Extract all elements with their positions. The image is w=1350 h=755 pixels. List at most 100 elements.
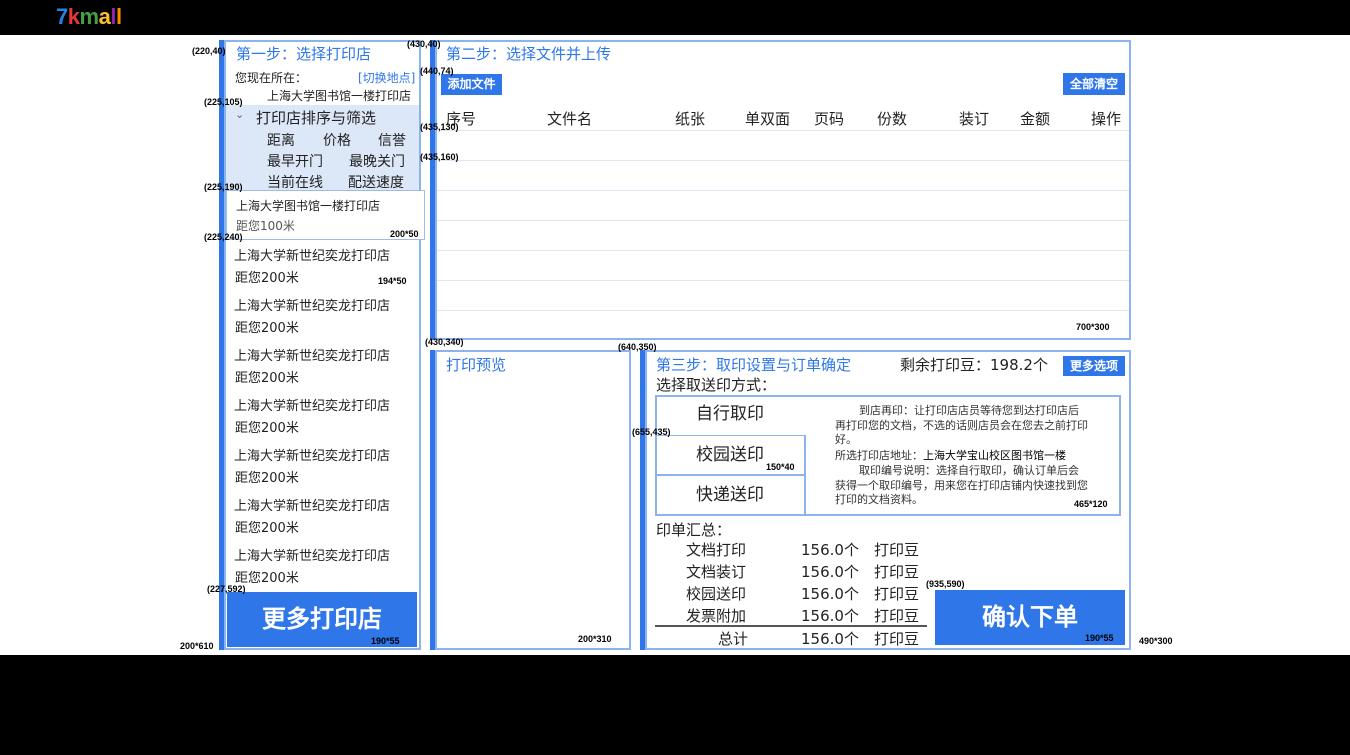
remaining-beans: 剩余打印豆：198.2个 <box>900 356 1048 374</box>
sort-option-distance[interactable]: 距离 <box>267 130 295 150</box>
annotation-label: (935,590) <box>926 579 965 589</box>
store-name[interactable]: 上海大学新世纪奕龙打印店 <box>234 545 390 564</box>
store-distance: 距您200米 <box>235 371 299 386</box>
summary-total-amount: 156.0个 <box>801 630 859 648</box>
add-file-button[interactable]: 添加文件 <box>441 74 502 95</box>
logo-letter: a <box>98 4 111 29</box>
step3-title: 第三步：取印设置与订单确定 <box>656 356 852 374</box>
summary-unit: 打印豆 <box>874 607 920 625</box>
step2-title: 第二步：选择文件并上传 <box>446 45 612 63</box>
annotation-label: (640,350) <box>618 342 657 352</box>
column-header-amount: 金额 <box>1020 110 1051 128</box>
store-address-line: 所选打印店地址：上海大学宝山校区图书馆一楼 <box>835 449 1095 464</box>
annotation-label: (225,190) <box>204 182 243 192</box>
store-name[interactable]: 上海大学新世纪奕龙打印店 <box>234 395 390 414</box>
annotation-label: 200*50 <box>390 229 419 239</box>
store-distance: 距您200米 <box>235 271 299 286</box>
store-distance: 距您200米 <box>235 471 299 486</box>
store-distance: 距您200米 <box>235 521 299 536</box>
store-name[interactable]: 上海大学新世纪奕龙打印店 <box>234 445 390 464</box>
annotation-label: (227,592) <box>207 584 246 594</box>
selected-store-distance: 距您100米 <box>236 219 295 233</box>
preview-title: 打印预览 <box>446 356 507 374</box>
summary-amount: 156.0个 <box>801 585 859 603</box>
summary-amount: 156.0个 <box>801 541 859 559</box>
column-header-duplex: 单双面 <box>745 110 791 128</box>
annotation-label: 465*120 <box>1074 499 1108 509</box>
table-row-divider <box>437 190 1129 191</box>
logo-letter: 7 <box>56 4 68 29</box>
more-options-button[interactable]: 更多选项 <box>1063 356 1125 376</box>
annotation-label: (430,40) <box>407 39 441 49</box>
annotation-label: 194*50 <box>378 276 407 286</box>
table-row-divider <box>437 130 1129 131</box>
summary-total-divider <box>655 625 927 627</box>
sort-option-reputation[interactable]: 信誉 <box>378 130 406 150</box>
order-summary-label: 印单汇总： <box>656 521 732 539</box>
option-self-pickup[interactable]: 自行取印 <box>655 395 805 435</box>
option-express-delivery[interactable]: 快递送印 <box>655 475 805 515</box>
table-row-divider <box>437 250 1129 251</box>
column-header-binding: 装订 <box>959 110 990 128</box>
store-name[interactable]: 上海大学新世纪奕龙打印店 <box>234 345 390 364</box>
switch-location-link[interactable]: [切换地点] <box>358 69 415 86</box>
step1-title: 第一步：选择打印店 <box>236 45 372 63</box>
store-name[interactable]: 上海大学新世纪奕龙打印店 <box>234 495 390 514</box>
sort-option-price[interactable]: 价格 <box>323 130 351 150</box>
annotation-label: (440,74) <box>420 66 454 76</box>
sort-title: 打印店排序与筛选 <box>256 109 377 127</box>
summary-unit: 打印豆 <box>874 563 920 581</box>
brand-logo[interactable]: 7kmall <box>56 4 122 30</box>
annotation-label: (220,40) <box>192 46 226 56</box>
column-header-pages: 页码 <box>814 110 845 128</box>
annotation-label: (655,435) <box>632 427 671 437</box>
sort-option-delivery-speed[interactable]: 配送速度 <box>348 172 404 192</box>
column-header-filename: 文件名 <box>547 110 593 128</box>
annotation-label: 490*300 <box>1139 636 1173 646</box>
preview-panel <box>435 350 631 650</box>
annotation-label: (430,340) <box>425 337 464 347</box>
sort-option-online[interactable]: 当前在线 <box>267 172 323 192</box>
annotation-label: 700*300 <box>1076 322 1110 332</box>
summary-item: 文档装订 <box>686 563 747 581</box>
annotation-label: 150*40 <box>766 462 795 472</box>
summary-amount: 156.0个 <box>801 607 859 625</box>
logo-letter: m <box>79 4 100 29</box>
table-row-divider <box>437 160 1129 161</box>
annotation-label: 200*310 <box>578 634 612 644</box>
column-header-copies: 份数 <box>877 110 908 128</box>
store-address-label: 所选打印店地址： <box>835 449 923 462</box>
table-row-divider <box>437 220 1129 221</box>
annotation-label: (435,130) <box>420 122 459 132</box>
summary-unit: 打印豆 <box>874 541 920 559</box>
store-name[interactable]: 上海大学新世纪奕龙打印店 <box>234 295 390 314</box>
table-row-divider <box>437 280 1129 281</box>
current-store: 上海大学图书馆一楼打印店 <box>267 89 412 103</box>
selected-store-name: 上海大学图书馆一楼打印店 <box>236 199 381 213</box>
delivery-method-label: 选择取送印方式： <box>656 376 777 394</box>
annotation-label: 190*55 <box>371 636 400 646</box>
store-distance: 距您200米 <box>235 321 299 336</box>
logo-letter: l <box>115 4 122 29</box>
sort-option-earliest-open[interactable]: 最早开门 <box>267 151 323 171</box>
top-bar <box>0 0 1350 35</box>
annotation-label: 200*610 <box>180 641 214 651</box>
column-header-paper: 纸张 <box>675 110 706 128</box>
annotation-label: (225,240) <box>204 232 243 242</box>
sort-option-latest-close[interactable]: 最晚关门 <box>349 151 405 171</box>
store-distance: 距您200米 <box>235 421 299 436</box>
annotation-label: 190*55 <box>1085 633 1114 643</box>
pickup-code-description: 取印编号说明：选择自行取印，确认订单后会获得一个取印编号，用来您在打印店铺内快速… <box>835 464 1088 506</box>
summary-amount: 156.0个 <box>801 563 859 581</box>
summary-item: 校园送印 <box>686 585 747 603</box>
summary-total-unit: 打印豆 <box>874 630 920 648</box>
summary-total-item: 总计 <box>718 630 749 648</box>
store-address-value: 上海大学宝山校区图书馆一楼 <box>923 449 1066 462</box>
store-name[interactable]: 上海大学新世纪奕龙打印店 <box>234 245 390 264</box>
clear-all-button[interactable]: 全部清空 <box>1063 73 1125 95</box>
summary-unit: 打印豆 <box>874 585 920 603</box>
column-header-actions: 操作 <box>1091 110 1122 128</box>
chevron-down-icon[interactable]: ⌄ <box>235 108 249 124</box>
pickup-description: 到店再印：让打印店店员等待您到达打印店后再打印您的文档，不选的话则店员会在您去之… <box>835 404 1088 446</box>
location-label: 您现在所在： <box>235 71 308 85</box>
